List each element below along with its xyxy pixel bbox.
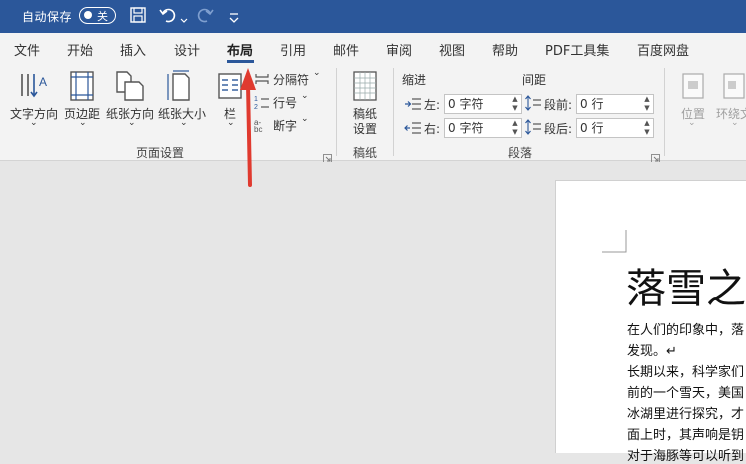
annotation-arrow: [240, 68, 256, 187]
